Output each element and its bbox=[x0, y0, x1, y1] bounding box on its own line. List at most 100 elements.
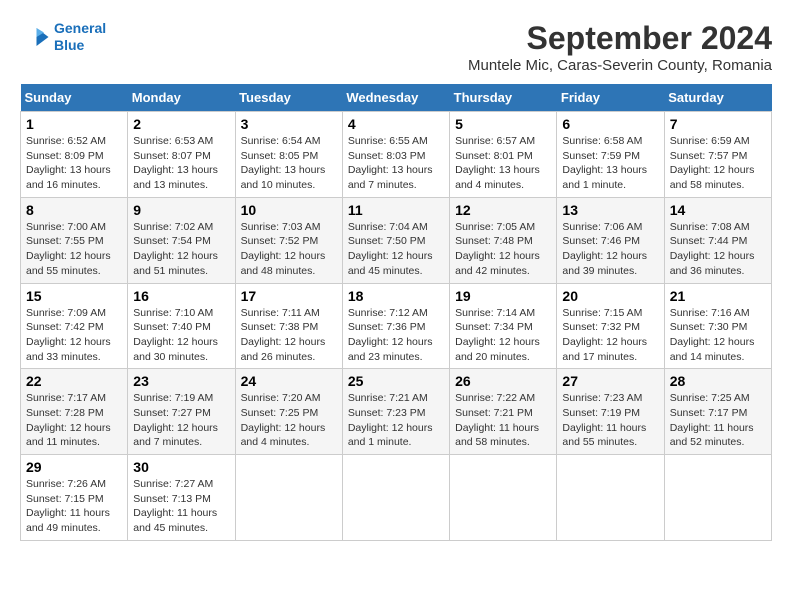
day-cell-1: 1 Sunrise: 6:52 AM Sunset: 8:09 PM Daylig… bbox=[21, 112, 128, 198]
day-number-25: 25 bbox=[348, 373, 444, 389]
day-info-20: Sunrise: 7:15 AM Sunset: 7:32 PM Dayligh… bbox=[562, 306, 658, 365]
day-number-17: 17 bbox=[241, 288, 337, 304]
day-cell-6: 6Sunrise: 6:58 AM Sunset: 7:59 PM Daylig… bbox=[557, 112, 664, 198]
day-number-13: 13 bbox=[562, 202, 658, 218]
day-cell-21: 21 Sunrise: 7:16 AM Sunset: 7:30 PM Dayli… bbox=[664, 283, 771, 369]
day-info-15: Sunrise: 7:09 AM Sunset: 7:42 PM Dayligh… bbox=[26, 306, 122, 365]
day-cell-19: 19 Sunrise: 7:14 AM Sunset: 7:34 PM Dayli… bbox=[450, 283, 557, 369]
day-info-11: Sunrise: 7:04 AM Sunset: 7:50 PM Dayligh… bbox=[348, 220, 444, 279]
col-header-sunday: Sunday bbox=[21, 84, 128, 112]
day-cell-3: 3Sunrise: 6:54 AM Sunset: 8:05 PM Daylig… bbox=[235, 112, 342, 198]
day-info-18: Sunrise: 7:12 AM Sunset: 7:36 PM Dayligh… bbox=[348, 306, 444, 365]
day-info-27: Sunrise: 7:23 AM Sunset: 7:19 PM Dayligh… bbox=[562, 391, 658, 450]
empty-cell bbox=[450, 455, 557, 541]
day-cell-12: 12 Sunrise: 7:05 AM Sunset: 7:48 PM Dayli… bbox=[450, 197, 557, 283]
day-number-7: 7 bbox=[670, 116, 766, 132]
day-number-30: 30 bbox=[133, 459, 229, 475]
subtitle: Muntele Mic, Caras-Severin County, Roman… bbox=[468, 57, 772, 74]
day-number-22: 22 bbox=[26, 373, 122, 389]
day-info-14: Sunrise: 7:08 AM Sunset: 7:44 PM Dayligh… bbox=[670, 220, 766, 279]
col-header-thursday: Thursday bbox=[450, 84, 557, 112]
day-number-4: 4 bbox=[348, 116, 444, 132]
day-cell-28: 28 Sunrise: 7:25 AM Sunset: 7:17 PM Dayli… bbox=[664, 369, 771, 455]
day-cell-2: 2 Sunrise: 6:53 AM Sunset: 8:07 PM Daylig… bbox=[128, 112, 235, 198]
day-number-2: 2 bbox=[133, 116, 229, 132]
day-cell-23: 23Sunrise: 7:19 AM Sunset: 7:27 PM Dayli… bbox=[128, 369, 235, 455]
day-info-17: Sunrise: 7:11 AM Sunset: 7:38 PM Dayligh… bbox=[241, 306, 337, 365]
empty-cell bbox=[557, 455, 664, 541]
day-number-12: 12 bbox=[455, 202, 551, 218]
day-cell-17: 17 Sunrise: 7:11 AM Sunset: 7:38 PM Dayli… bbox=[235, 283, 342, 369]
day-cell-10: 10Sunrise: 7:03 AM Sunset: 7:52 PM Dayli… bbox=[235, 197, 342, 283]
day-info-30: Sunrise: 7:27 AM Sunset: 7:13 PM Dayligh… bbox=[133, 477, 229, 536]
day-number-20: 20 bbox=[562, 288, 658, 304]
day-number-5: 5 bbox=[455, 116, 551, 132]
day-number-11: 11 bbox=[348, 202, 444, 218]
day-cell-27: 27 Sunrise: 7:23 AM Sunset: 7:19 PM Dayli… bbox=[557, 369, 664, 455]
main-title: September 2024 bbox=[468, 20, 772, 57]
day-info-12: Sunrise: 7:05 AM Sunset: 7:48 PM Dayligh… bbox=[455, 220, 551, 279]
col-header-wednesday: Wednesday bbox=[342, 84, 449, 112]
day-cell-24: 24 Sunrise: 7:20 AM Sunset: 7:25 PM Dayli… bbox=[235, 369, 342, 455]
day-info-9: Sunrise: 7:02 AM Sunset: 7:54 PM Dayligh… bbox=[133, 220, 229, 279]
day-number-15: 15 bbox=[26, 288, 122, 304]
day-number-9: 9 bbox=[133, 202, 229, 218]
day-info-25: Sunrise: 7:21 AM Sunset: 7:23 PM Dayligh… bbox=[348, 391, 444, 450]
day-info-26: Sunrise: 7:22 AM Sunset: 7:21 PM Dayligh… bbox=[455, 391, 551, 450]
day-cell-16: 16 Sunrise: 7:10 AM Sunset: 7:40 PM Dayli… bbox=[128, 283, 235, 369]
day-info-2: Sunrise: 6:53 AM Sunset: 8:07 PM Dayligh… bbox=[133, 134, 229, 193]
day-info-1: Sunrise: 6:52 AM Sunset: 8:09 PM Dayligh… bbox=[26, 134, 122, 193]
empty-cell bbox=[235, 455, 342, 541]
empty-cell bbox=[664, 455, 771, 541]
logo-text: General Blue bbox=[54, 20, 106, 54]
empty-cell bbox=[342, 455, 449, 541]
title-section: September 2024 Muntele Mic, Caras-Severi… bbox=[468, 20, 772, 74]
day-info-5: Sunrise: 6:57 AM Sunset: 8:01 PM Dayligh… bbox=[455, 134, 551, 193]
day-number-16: 16 bbox=[133, 288, 229, 304]
day-info-7: Sunrise: 6:59 AM Sunset: 7:57 PM Dayligh… bbox=[670, 134, 766, 193]
day-info-24: Sunrise: 7:20 AM Sunset: 7:25 PM Dayligh… bbox=[241, 391, 337, 450]
col-header-friday: Friday bbox=[557, 84, 664, 112]
day-number-10: 10 bbox=[241, 202, 337, 218]
col-header-saturday: Saturday bbox=[664, 84, 771, 112]
day-number-6: 6 bbox=[562, 116, 658, 132]
week-row-2: 8 Sunrise: 7:00 AM Sunset: 7:55 PM Daylig… bbox=[21, 197, 772, 283]
day-cell-18: 18 Sunrise: 7:12 AM Sunset: 7:36 PM Dayli… bbox=[342, 283, 449, 369]
week-row-3: 15 Sunrise: 7:09 AM Sunset: 7:42 PM Dayli… bbox=[21, 283, 772, 369]
day-info-22: Sunrise: 7:17 AM Sunset: 7:28 PM Dayligh… bbox=[26, 391, 122, 450]
week-row-5: 29Sunrise: 7:26 AM Sunset: 7:15 PM Dayli… bbox=[21, 455, 772, 541]
calendar-table: SundayMondayTuesdayWednesdayThursdayFrid… bbox=[20, 84, 772, 541]
page-header: General Blue September 2024 Muntele Mic,… bbox=[20, 20, 772, 74]
day-info-4: Sunrise: 6:55 AM Sunset: 8:03 PM Dayligh… bbox=[348, 134, 444, 193]
day-number-27: 27 bbox=[562, 373, 658, 389]
day-info-23: Sunrise: 7:19 AM Sunset: 7:27 PM Dayligh… bbox=[133, 391, 229, 450]
day-number-19: 19 bbox=[455, 288, 551, 304]
day-info-16: Sunrise: 7:10 AM Sunset: 7:40 PM Dayligh… bbox=[133, 306, 229, 365]
day-cell-4: 4 Sunrise: 6:55 AM Sunset: 8:03 PM Daylig… bbox=[342, 112, 449, 198]
day-number-24: 24 bbox=[241, 373, 337, 389]
day-cell-8: 8 Sunrise: 7:00 AM Sunset: 7:55 PM Daylig… bbox=[21, 197, 128, 283]
day-number-8: 8 bbox=[26, 202, 122, 218]
day-cell-15: 15 Sunrise: 7:09 AM Sunset: 7:42 PM Dayli… bbox=[21, 283, 128, 369]
day-info-28: Sunrise: 7:25 AM Sunset: 7:17 PM Dayligh… bbox=[670, 391, 766, 450]
day-cell-29: 29Sunrise: 7:26 AM Sunset: 7:15 PM Dayli… bbox=[21, 455, 128, 541]
day-info-19: Sunrise: 7:14 AM Sunset: 7:34 PM Dayligh… bbox=[455, 306, 551, 365]
day-cell-30: 30 Sunrise: 7:27 AM Sunset: 7:13 PM Dayli… bbox=[128, 455, 235, 541]
week-row-4: 22 Sunrise: 7:17 AM Sunset: 7:28 PM Dayli… bbox=[21, 369, 772, 455]
logo-icon bbox=[20, 22, 50, 52]
day-cell-13: 13 Sunrise: 7:06 AM Sunset: 7:46 PM Dayli… bbox=[557, 197, 664, 283]
day-number-29: 29 bbox=[26, 459, 122, 475]
week-row-1: 1 Sunrise: 6:52 AM Sunset: 8:09 PM Daylig… bbox=[21, 112, 772, 198]
day-number-14: 14 bbox=[670, 202, 766, 218]
day-number-21: 21 bbox=[670, 288, 766, 304]
day-cell-26: 26Sunrise: 7:22 AM Sunset: 7:21 PM Dayli… bbox=[450, 369, 557, 455]
day-number-18: 18 bbox=[348, 288, 444, 304]
day-cell-5: 5 Sunrise: 6:57 AM Sunset: 8:01 PM Daylig… bbox=[450, 112, 557, 198]
day-info-13: Sunrise: 7:06 AM Sunset: 7:46 PM Dayligh… bbox=[562, 220, 658, 279]
day-number-3: 3 bbox=[241, 116, 337, 132]
day-number-1: 1 bbox=[26, 116, 122, 132]
day-number-28: 28 bbox=[670, 373, 766, 389]
logo: General Blue bbox=[20, 20, 106, 54]
day-info-21: Sunrise: 7:16 AM Sunset: 7:30 PM Dayligh… bbox=[670, 306, 766, 365]
day-info-8: Sunrise: 7:00 AM Sunset: 7:55 PM Dayligh… bbox=[26, 220, 122, 279]
